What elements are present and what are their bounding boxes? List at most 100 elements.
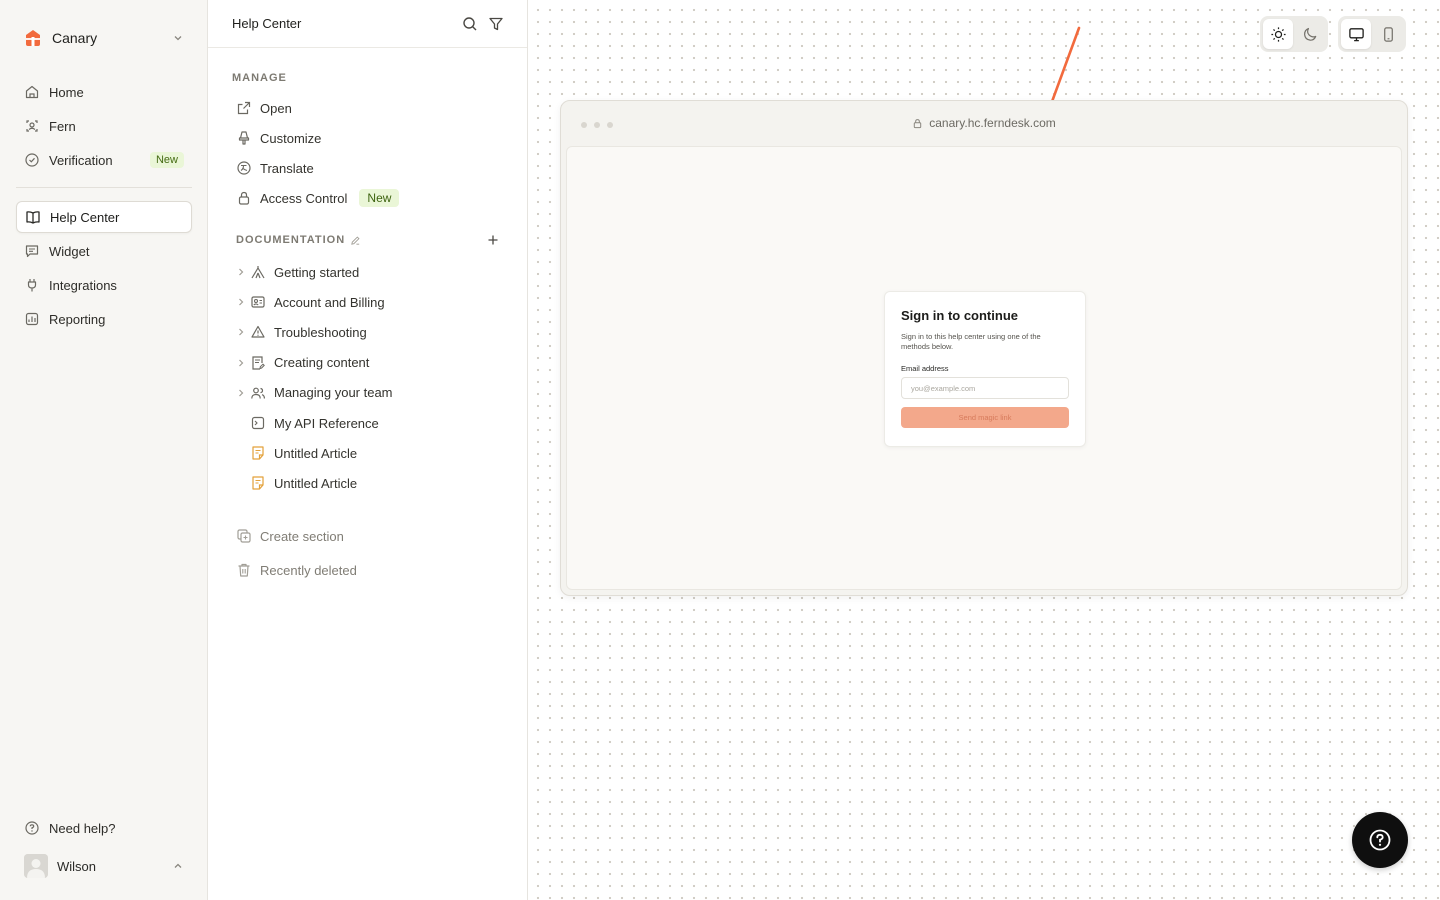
canary-logo-icon (26, 30, 40, 46)
manage-item-access-control[interactable]: Access Control New (232, 183, 504, 213)
doc-label: My API Reference (274, 415, 379, 431)
lock-icon (238, 191, 250, 205)
mobile-view-button[interactable] (1373, 19, 1403, 49)
documentation-header: DOCUMENTATION (236, 231, 500, 249)
doc-item[interactable]: Creating content (232, 348, 504, 378)
doc-item[interactable]: My API Reference (232, 408, 504, 438)
chevron-right-icon[interactable] (236, 327, 246, 337)
nav-item-widget[interactable]: Widget (16, 235, 192, 267)
panel-title: Help Center (232, 16, 302, 31)
chart-icon (25, 312, 39, 326)
nav-item-help-center[interactable]: Help Center (16, 201, 192, 233)
main-sidebar: Canary Home Fern Verification New Help C… (0, 0, 208, 900)
documentation-section-label: DOCUMENTATION (236, 234, 346, 246)
add-icon[interactable] (486, 233, 500, 247)
url-bar: canary.hc.ferndesk.com (561, 116, 1407, 130)
url-text: canary.hc.ferndesk.com (929, 116, 1056, 130)
monitor-icon (1348, 27, 1364, 41)
email-field[interactable]: you@example.com (901, 377, 1069, 399)
draft-article-icon (252, 476, 264, 491)
document-edit-icon (252, 356, 265, 370)
tent-icon (251, 266, 265, 279)
nav-label: Home (49, 84, 84, 100)
new-badge: New (149, 152, 184, 168)
translate-icon (237, 161, 251, 175)
nav-label: Verification (49, 152, 113, 168)
doc-label: Account and Billing (274, 294, 385, 310)
lock-icon (914, 118, 922, 128)
search-icon[interactable] (461, 15, 479, 33)
nav-label: Integrations (49, 277, 117, 293)
signin-description: Sign in to this help center using one of… (901, 332, 1041, 351)
need-help-link[interactable]: Need help? (16, 812, 192, 844)
draft-article-icon (252, 446, 264, 460)
question-circle-icon (1369, 829, 1391, 851)
help-chat-button[interactable] (1352, 812, 1408, 868)
doc-item[interactable]: Untitled Article (232, 438, 504, 468)
users-icon (251, 387, 265, 399)
moon-icon (1303, 27, 1316, 41)
doc-item[interactable]: Troubleshooting (232, 317, 504, 347)
nav-label: Help Center (50, 209, 120, 225)
manage-item-translate[interactable]: Translate (232, 153, 504, 183)
id-card-icon (251, 296, 265, 308)
doc-item[interactable]: Untitled Article (232, 468, 504, 498)
avatar (24, 854, 48, 878)
doc-item[interactable]: Managing your team (232, 378, 504, 408)
doc-label: Troubleshooting (274, 324, 367, 340)
theme-toggle (1260, 16, 1328, 52)
doc-item[interactable]: Account and Billing (232, 287, 504, 317)
recently-deleted-button[interactable]: Recently deleted (232, 553, 504, 587)
documentation-tree: Getting started Account and Billing Trou… (232, 257, 504, 499)
preview-canvas: canary.hc.ferndesk.com Sign in to contin… (528, 0, 1440, 900)
fern-bot-icon (26, 120, 38, 132)
chevron-right-icon[interactable] (236, 388, 246, 398)
terminal-icon (251, 416, 265, 430)
primary-nav: Home Fern Verification New (16, 76, 192, 178)
nav-item-fern[interactable]: Fern (16, 110, 192, 142)
chevron-right-icon[interactable] (236, 297, 246, 307)
email-label: Email address (901, 364, 949, 373)
question-circle-icon (25, 821, 39, 835)
phone-icon (1383, 26, 1393, 42)
send-magic-link-button[interactable]: Send magic link (901, 407, 1069, 428)
create-section-button[interactable]: Create section (232, 519, 504, 553)
paint-icon (238, 131, 250, 145)
workspace-switcher[interactable]: Canary (16, 22, 192, 54)
check-circle-icon (25, 153, 39, 167)
book-open-icon (26, 211, 40, 224)
nav-item-verification[interactable]: Verification New (16, 144, 192, 176)
doc-item[interactable]: Getting started (232, 257, 504, 287)
chevron-right-icon[interactable] (236, 267, 246, 277)
desktop-view-button[interactable] (1341, 19, 1371, 49)
sidebar-footer: Need help? Wilson (16, 812, 192, 884)
nav-label: Fern (49, 118, 76, 134)
manage-list: Open Customize Translate Access Control … (232, 93, 504, 213)
doc-label: Getting started (274, 264, 360, 280)
chevron-down-icon (174, 36, 182, 41)
nav-item-reporting[interactable]: Reporting (16, 303, 192, 335)
need-help-label: Need help? (49, 820, 116, 836)
dark-mode-button[interactable] (1295, 19, 1325, 49)
chevron-right-icon[interactable] (236, 358, 246, 368)
manage-label: Open (260, 100, 292, 116)
panel-header: Help Center (208, 0, 527, 48)
pencil-icon[interactable] (350, 235, 361, 246)
chevron-up-icon (174, 863, 182, 868)
manage-section-label: MANAGE (232, 72, 287, 84)
manage-item-customize[interactable]: Customize (232, 123, 504, 153)
nav-item-integrations[interactable]: Integrations (16, 269, 192, 301)
manage-item-open[interactable]: Open (232, 93, 504, 123)
plug-icon (27, 279, 37, 292)
user-menu[interactable]: Wilson (16, 848, 192, 884)
device-toggle (1338, 16, 1406, 52)
manage-label: Access Control (260, 190, 348, 206)
signin-title: Sign in to continue (901, 308, 1018, 323)
nav-item-home[interactable]: Home (16, 76, 192, 108)
add-section-icon (237, 529, 251, 543)
new-badge: New (359, 189, 400, 207)
home-icon (25, 85, 39, 99)
light-mode-button[interactable] (1263, 19, 1293, 49)
warning-icon (251, 326, 265, 339)
filter-icon[interactable] (487, 15, 505, 33)
